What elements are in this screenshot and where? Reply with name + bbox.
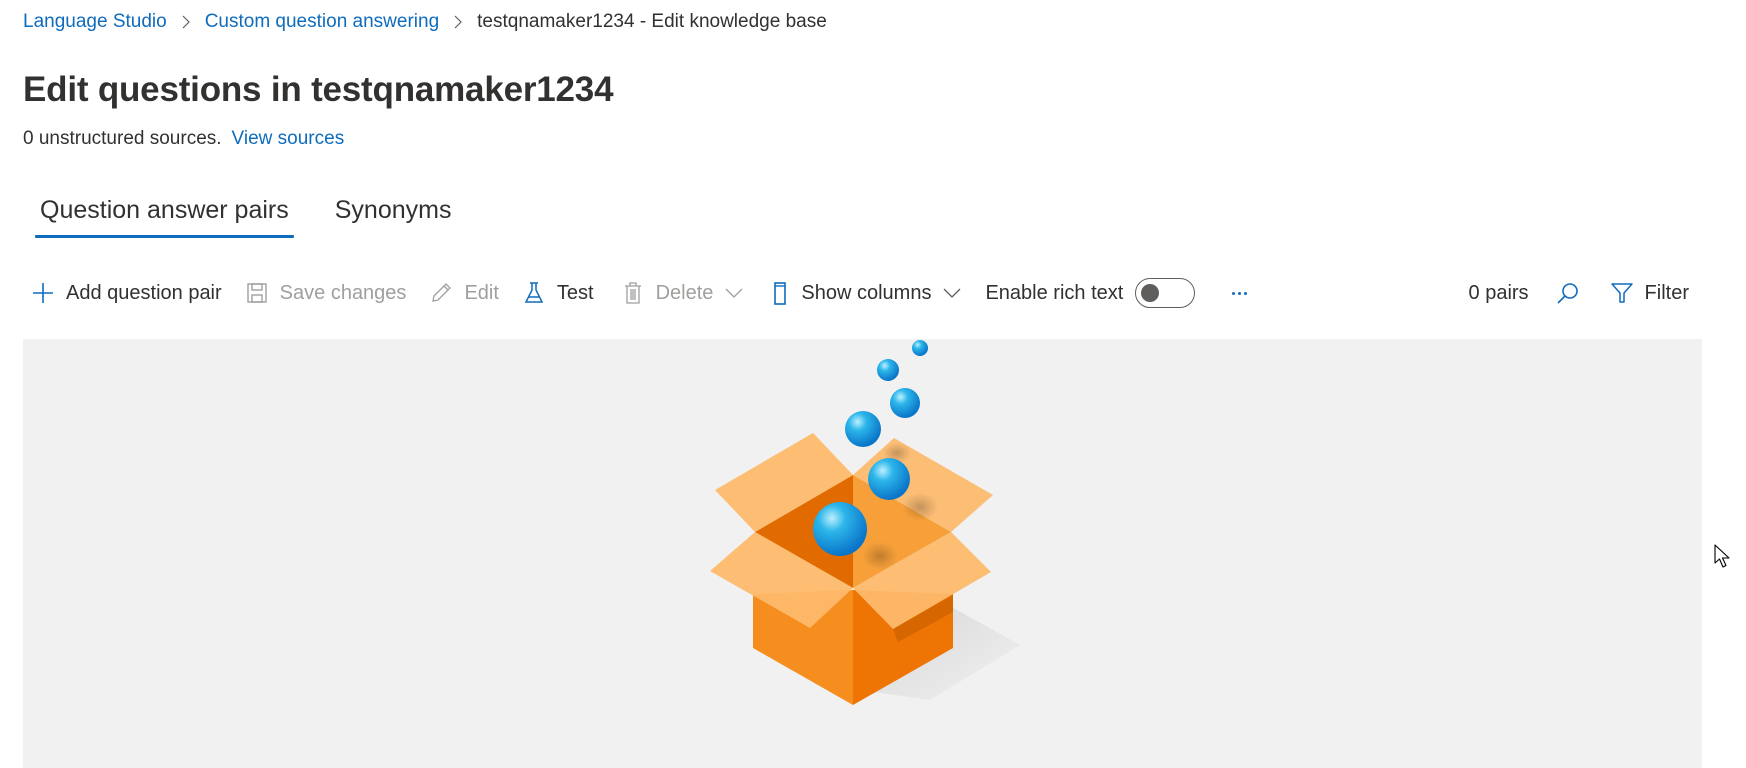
filter-button[interactable]: Filter (1609, 272, 1689, 314)
show-columns-button[interactable]: Show columns (767, 272, 961, 314)
enable-rich-text-label: Enable rich text (985, 281, 1124, 304)
chevron-down-icon (943, 284, 961, 302)
mouse-cursor-icon (1714, 544, 1730, 568)
tab-list: Question answer pairs Synonyms (35, 186, 492, 238)
empty-state-panel (23, 339, 1702, 768)
tab-synonyms[interactable]: Synonyms (330, 186, 457, 234)
chevron-down-icon[interactable] (725, 284, 743, 302)
toolbar-right: 0 pairs Filter (1469, 272, 1689, 314)
bubble (868, 458, 910, 500)
delete-label: Delete (655, 281, 714, 304)
add-question-pair-button[interactable]: Add question pair (30, 272, 222, 314)
bubble (912, 340, 928, 356)
save-changes-button[interactable]: Save changes (244, 272, 407, 314)
trash-icon (620, 280, 646, 306)
save-icon (244, 280, 270, 306)
column-icon (767, 280, 793, 306)
rich-text-control: Enable rich text (985, 272, 1196, 314)
bubble (890, 388, 920, 418)
filter-label: Filter (1644, 281, 1689, 304)
search-icon[interactable] (1555, 280, 1581, 306)
test-label: Test (556, 281, 594, 304)
view-sources-link[interactable]: View sources (232, 128, 345, 150)
more-icon[interactable] (1227, 281, 1251, 305)
pairs-count: 0 pairs (1468, 281, 1529, 304)
bubble (877, 359, 899, 381)
bubble (845, 411, 881, 447)
plus-icon (30, 280, 56, 306)
breadcrumb: Language Studio Custom question answerin… (23, 9, 827, 35)
edit-label: Edit (464, 281, 499, 304)
filter-icon (1609, 280, 1635, 306)
show-columns-label: Show columns (801, 281, 932, 304)
flask-icon (521, 280, 547, 306)
delete-button[interactable]: Delete (620, 272, 744, 314)
bubble-shadow (902, 493, 938, 521)
sources-summary: 0 unstructured sources. View sources (23, 128, 344, 150)
bubble (813, 502, 867, 556)
edit-button[interactable]: Edit (428, 272, 499, 314)
test-button[interactable]: Test (521, 272, 594, 314)
enable-rich-text-toggle[interactable] (1135, 278, 1196, 308)
chevron-right-icon (447, 9, 469, 35)
chevron-right-icon (175, 9, 197, 35)
breadcrumb-current: testqnamaker1234 - Edit knowledge base (477, 11, 827, 32)
pencil-icon (428, 280, 454, 306)
tab-question-answer-pairs[interactable]: Question answer pairs (35, 186, 294, 238)
breadcrumb-custom-question-answering[interactable]: Custom question answering (205, 11, 439, 33)
save-changes-label: Save changes (279, 281, 407, 304)
breadcrumb-language-studio[interactable]: Language Studio (23, 11, 167, 33)
empty-box-illustration (710, 340, 1020, 705)
sources-count-text: 0 unstructured sources. (23, 128, 222, 149)
add-question-pair-label: Add question pair (66, 281, 222, 304)
command-bar: Add question pair Save changes Edit Test… (30, 272, 1695, 314)
page-title: Edit questions in testqnamaker1234 (23, 70, 614, 109)
toggle-knob (1141, 284, 1160, 302)
